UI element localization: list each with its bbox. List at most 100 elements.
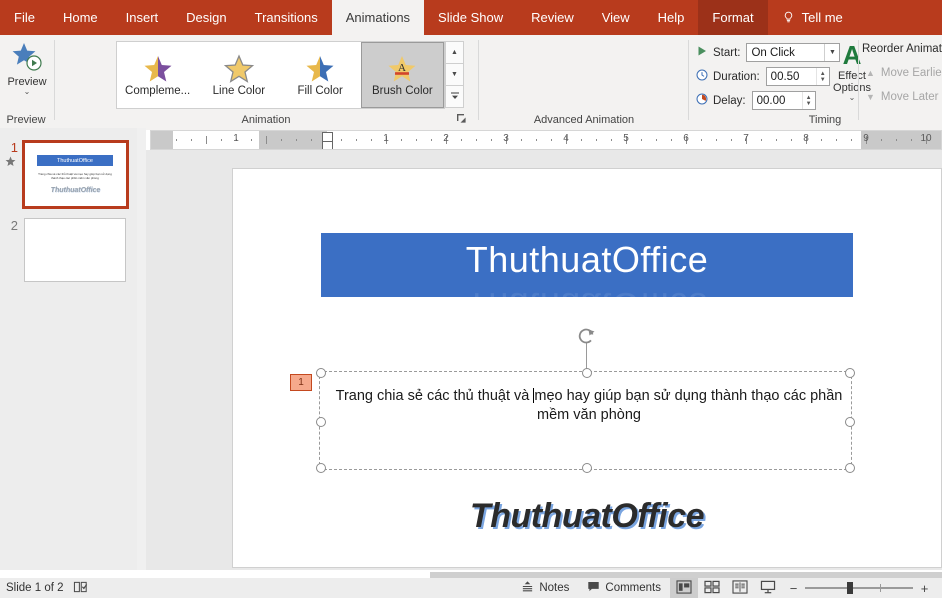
normal-view-button[interactable]	[670, 578, 698, 598]
move-later-button[interactable]: ▼ Move Later	[866, 91, 938, 103]
tab-file-label: File	[14, 10, 35, 25]
reading-view-icon	[732, 580, 748, 597]
hruler-tick	[371, 139, 372, 141]
handle-top-left[interactable]	[316, 368, 326, 378]
tab-design[interactable]: Design	[172, 0, 240, 35]
handle-middle-left[interactable]	[316, 417, 326, 427]
hruler-tick	[596, 139, 597, 141]
wordart-text[interactable]: ThuthuatOffice	[233, 497, 941, 536]
slide-1-preview: ThuthuatOffice Trang chia sẻ các thủ thu…	[22, 140, 129, 209]
hruler-tick	[821, 139, 822, 141]
handle-bottom-left[interactable]	[316, 463, 326, 473]
delay-spinner[interactable]: 00.00 ▲▼	[752, 91, 816, 110]
tab-help[interactable]: Help	[644, 0, 699, 35]
tab-home[interactable]: Home	[49, 0, 112, 35]
slide-1-number: 1	[2, 140, 22, 155]
hruler-tick	[896, 139, 897, 141]
handle-bottom-center[interactable]	[582, 463, 592, 473]
text-box-selection[interactable]	[319, 371, 852, 470]
hruler-tick	[836, 139, 837, 141]
preview-button[interactable]: Preview ⌄	[3, 38, 51, 112]
delay-spin-buttons[interactable]: ▲▼	[802, 92, 815, 109]
normal-view-icon	[676, 580, 692, 597]
hanging-indent-marker[interactable]	[322, 141, 333, 150]
hruler-tick	[611, 139, 612, 141]
tab-format[interactable]: Format	[698, 0, 767, 35]
slide-thumbnail-pane: 1 ThuthuatOffice Trang chia sẻ các thủ t…	[0, 128, 146, 570]
hruler-tick	[911, 139, 912, 141]
animation-star-icon	[5, 156, 16, 167]
slide-counter[interactable]: Slide 1 of 2	[4, 582, 64, 594]
hruler-number: 7	[743, 133, 749, 144]
duration-spinner[interactable]: 00.50 ▲▼	[766, 67, 830, 86]
hruler-number: 6	[683, 133, 689, 144]
hruler-number: 5	[623, 133, 629, 144]
animation-gallery[interactable]: Compleme... Line Color	[116, 41, 445, 109]
animation-order-badge[interactable]: 1	[290, 374, 312, 391]
tab-review[interactable]: Review	[517, 0, 588, 35]
start-combobox[interactable]: On Click ▼	[746, 43, 840, 62]
tab-format-label: Format	[712, 10, 753, 25]
slide-title-reflection: ThuthuatOffice	[321, 285, 853, 297]
zoom-control[interactable]: − +	[782, 581, 936, 596]
handle-top-right[interactable]	[845, 368, 855, 378]
slide-1-wordart: ThuthuatOffice	[25, 187, 126, 194]
handle-bottom-right[interactable]	[845, 463, 855, 473]
ribbon-group-advanced-animation: Add Animation ⌄ Animation Pane	[480, 35, 688, 128]
hruler-tick	[731, 139, 732, 141]
hruler-tick	[641, 139, 642, 141]
hruler-number: 8	[803, 133, 809, 144]
reading-view-button[interactable]	[726, 578, 754, 598]
start-row: Start: On Click ▼	[696, 43, 840, 62]
start-value: On Click	[747, 47, 824, 59]
star-complementary-color-icon	[142, 54, 174, 84]
title-placeholder[interactable]: ThuthuatOffice ThuthuatOffice	[321, 233, 853, 297]
rotate-handle-icon[interactable]	[576, 326, 598, 348]
slide-show-button[interactable]	[754, 578, 782, 598]
horizontal-ruler[interactable]: 11234567891011	[150, 130, 942, 150]
tell-me-box[interactable]: Tell me	[768, 0, 857, 35]
zoom-slider-midpoint	[880, 584, 881, 592]
gallery-item-fill-color[interactable]: Fill Color	[280, 42, 361, 108]
slide-sorter-button[interactable]	[698, 578, 726, 598]
tab-view[interactable]: View	[588, 0, 644, 35]
zoom-in-button[interactable]: +	[919, 581, 930, 596]
clock-delay-icon	[696, 93, 708, 108]
hruler-tick	[311, 139, 312, 141]
star-fill-color-icon	[304, 54, 336, 84]
duration-spin-buttons[interactable]: ▲▼	[816, 68, 829, 85]
comments-button[interactable]: Comments	[578, 578, 670, 598]
hruler-tick	[776, 139, 777, 141]
tab-slide-show-label: Slide Show	[438, 10, 503, 25]
ribbon-group-advanced-animation-label: Advanced Animation	[480, 114, 688, 126]
gallery-item-line-color[interactable]: Line Color	[198, 42, 279, 108]
gallery-item-complementary-color[interactable]: Compleme...	[117, 42, 198, 108]
zoom-slider[interactable]	[805, 587, 913, 589]
hruler-tick	[581, 139, 582, 141]
tab-animations[interactable]: Animations	[332, 0, 424, 35]
accessibility-check-icon[interactable]	[73, 580, 88, 597]
hruler-tick	[701, 139, 702, 141]
tab-transitions[interactable]: Transitions	[241, 0, 332, 35]
duration-value: 00.50	[767, 71, 816, 83]
gallery-item-line-color-label: Line Color	[213, 85, 265, 97]
notes-button[interactable]: Notes	[512, 578, 578, 598]
handle-middle-right[interactable]	[845, 417, 855, 427]
hruler-tick	[461, 139, 462, 141]
thumbnail-slide-2[interactable]: 2	[2, 218, 126, 282]
thumbnail-pane-scrollbar[interactable]	[137, 128, 146, 570]
chevron-down-icon: ▼	[824, 44, 839, 61]
thumbnail-slide-1[interactable]: 1 ThuthuatOffice Trang chia sẻ các thủ t…	[2, 140, 129, 209]
tab-insert[interactable]: Insert	[112, 0, 173, 35]
tab-slide-show[interactable]: Slide Show	[424, 0, 517, 35]
tab-file[interactable]: File	[0, 0, 49, 35]
ribbon-group-timing-label: Timing	[690, 114, 942, 126]
comments-icon	[587, 580, 600, 596]
zoom-slider-thumb[interactable]	[847, 582, 853, 594]
notes-label: Notes	[539, 582, 569, 594]
zoom-out-button[interactable]: −	[788, 581, 799, 596]
move-earlier-button[interactable]: ▲ Move Earlier	[866, 67, 942, 79]
comments-label: Comments	[605, 582, 661, 594]
hruler-tick	[791, 139, 792, 141]
handle-top-center[interactable]	[582, 368, 592, 378]
